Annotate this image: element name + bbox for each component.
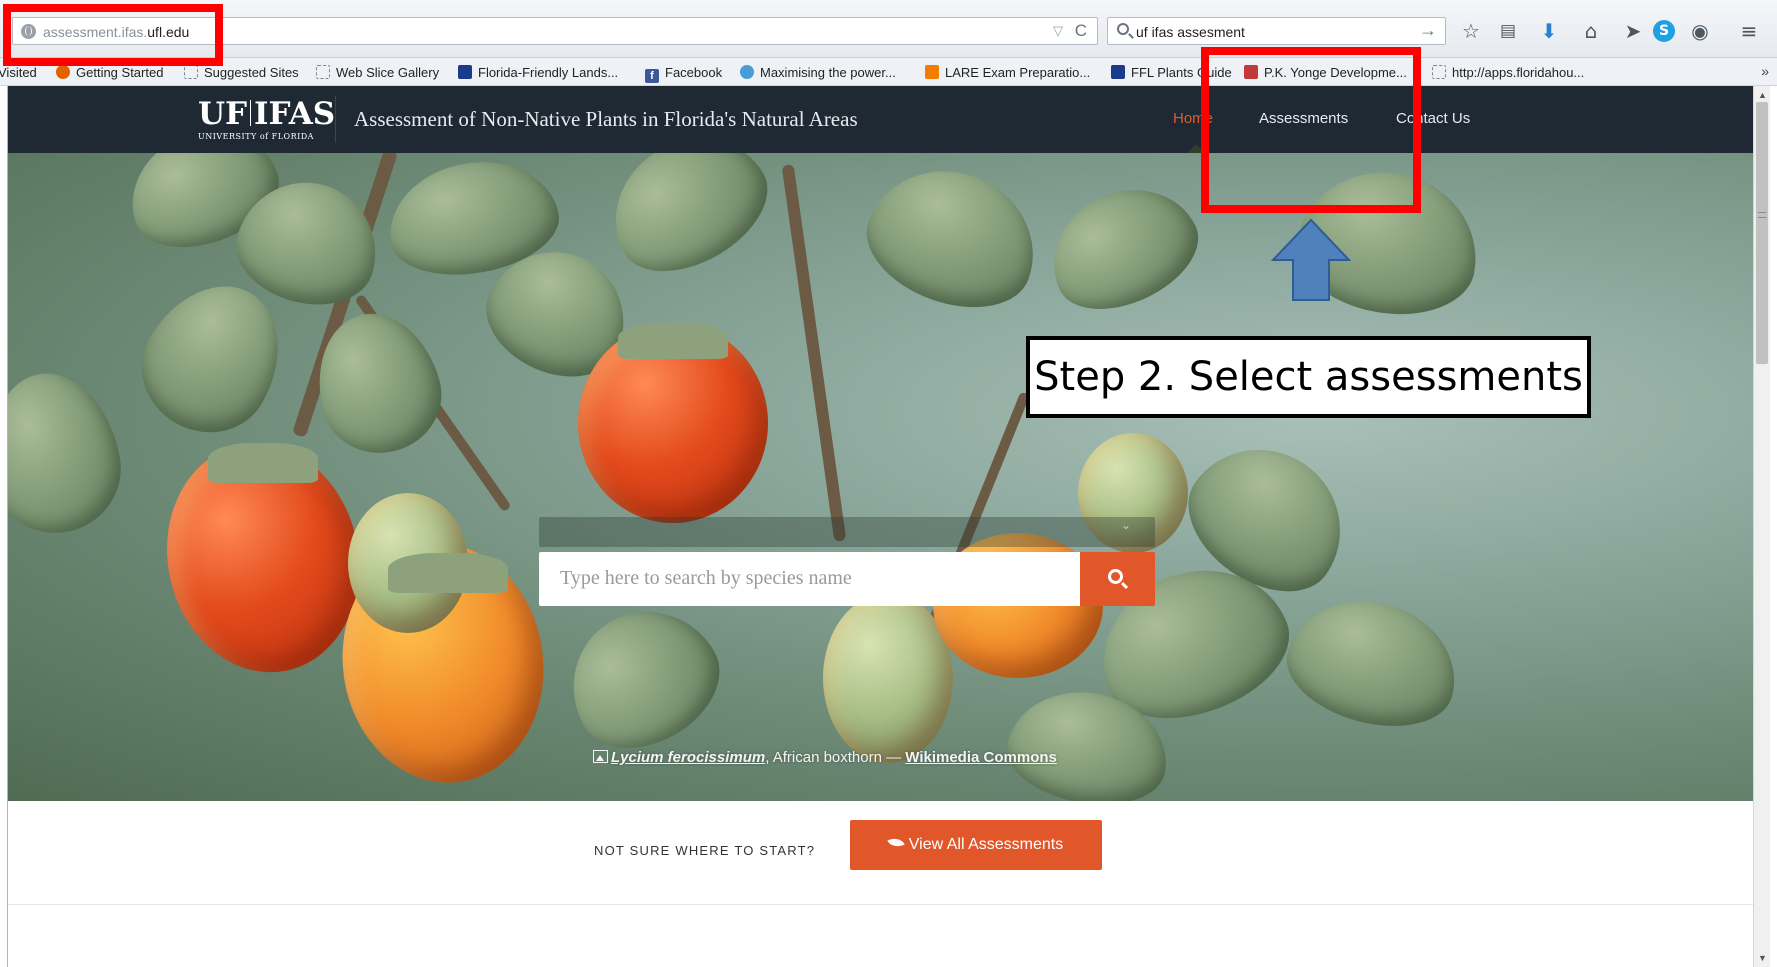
leaf [545,584,741,772]
species-link[interactable]: Lycium ferocissimum [611,749,765,766]
blogger-icon [925,65,939,79]
leaf [1275,583,1471,743]
bookmark-label: Facebook [665,65,723,80]
bookmark-label: Maximising the power... [760,65,896,80]
menu-icon[interactable]: ≡ [1735,17,1763,45]
tree-icon [740,65,754,79]
calyx [618,323,728,359]
calyx [388,553,508,593]
hero-banner: ⌄ Type here to search by species name Ly… [8,153,1753,801]
url-highlight-box [3,4,223,66]
search-go-icon[interactable]: → [1419,20,1437,41]
leaf [1031,166,1215,330]
bookmark-floridahouse[interactable]: http://apps.floridahou... [1432,65,1584,80]
browser-toolbar: assessment.ifas.ufl.edu ▽ C uf ifas asse… [0,0,1777,58]
bookmark-label: Florida-Friendly Lands... [478,65,619,80]
send-icon[interactable]: ➤ [1619,17,1647,45]
bookmark-suggested-sites[interactable]: Suggested Sites [184,65,299,80]
site-title[interactable]: Assessment of Non-Native Plants in Flori… [354,107,858,132]
logo-wordmark: UF IFAS [198,98,335,130]
scroll-down-icon[interactable]: ▼ [1758,953,1767,963]
search-bar[interactable]: uf ifas assesment → [1107,17,1446,45]
search-query[interactable]: uf ifas assesment [1136,24,1245,40]
bookmark-visited[interactable]: Visited [0,65,37,80]
skype-icon[interactable]: S [1653,20,1675,42]
search-icon [1108,569,1123,584]
calyx [208,443,318,483]
header-divider [335,96,336,143]
scroll-thumb[interactable] [1756,102,1768,364]
common-name: , African boxthorn — [765,749,906,766]
search-filter-bar [539,517,1155,547]
cta-section: NOT SURE WHERE TO START? View All Assess… [8,801,1753,905]
bookmark-label: Web Slice Gallery [336,65,440,80]
bookmark-label: Getting Started [76,65,164,80]
home-icon[interactable]: ⌂ [1577,17,1605,45]
view-all-assessments-button[interactable]: View All Assessments [850,820,1102,870]
scroll-up-icon[interactable]: ▲ [1758,90,1767,100]
bookmark-label: Suggested Sites [204,65,299,80]
facebook-icon: f [645,69,659,83]
bookmark-web-slice[interactable]: Web Slice Gallery [316,65,439,80]
ifas-icon [458,65,472,79]
logo-subtitle: UNIVERSITY of FLORIDA [198,132,314,141]
reload-icon[interactable]: C [1075,21,1087,41]
bookmark-label: http://apps.floridahou... [1452,65,1585,80]
leaf [8,362,131,544]
download-icon[interactable]: ⬇ [1535,17,1563,45]
bookmark-label: LARE Exam Preparatio... [945,65,1091,80]
step-callout: Step 2. Select assessments [1026,336,1591,418]
leaf [850,153,1056,329]
history-dropdown-icon[interactable]: ▽ [1053,23,1063,39]
search-icon [1117,23,1129,35]
search-placeholder: Type here to search by species name [560,567,852,589]
page-icon [1432,65,1446,79]
cta-prompt: NOT SURE WHERE TO START? [594,843,816,858]
star-icon[interactable]: ☆ [1457,17,1485,45]
leaf-icon [887,834,905,851]
chevron-down-icon[interactable]: ⌄ [1121,518,1131,532]
cta-button-label: View All Assessments [908,836,1064,853]
page-scrollbar[interactable]: ▲ ▼ [1753,86,1770,967]
up-arrow-icon [1271,218,1351,301]
leaf [301,299,455,467]
species-search-button[interactable] [1080,552,1155,606]
bookmark-florida-friendly[interactable]: Florida-Friendly Lands... [458,65,618,80]
reading-list-icon[interactable]: ▤ [1494,17,1522,45]
sync-icon[interactable]: ◉ [1686,17,1714,45]
photo-credit: Lycium ferocissimum, African boxthorn — … [593,749,1057,766]
leaf [588,153,788,295]
ifas-icon [1111,65,1125,79]
logo-ifas: IFAS [254,96,336,132]
screenshot-root: assessment.ifas.ufl.edu ▽ C uf ifas asse… [0,0,1777,967]
uf-ifas-logo[interactable]: UF IFAS UNIVERSITY of FLORIDA [198,98,335,141]
bookmarks-overflow-icon[interactable]: » [1761,63,1769,79]
stem [781,164,847,542]
page-icon [316,65,330,79]
page-viewport: UF IFAS UNIVERSITY of FLORIDA Assessment … [7,86,1753,967]
species-search-input[interactable]: Type here to search by species name [539,552,1080,606]
bookmarks-bar: Visited Getting Started Suggested Sites … [0,58,1777,86]
page-icon [184,65,198,79]
assessments-highlight-box [1201,47,1421,213]
image-icon [593,750,608,763]
wikimedia-link[interactable]: Wikimedia Commons [905,749,1057,766]
site-header: UF IFAS UNIVERSITY of FLORIDA Assessment … [8,86,1753,153]
logo-uf: UF [198,96,248,132]
bookmark-facebook[interactable]: f Facebook [645,65,722,83]
firefox-icon [56,65,70,79]
bookmark-maximising[interactable]: Maximising the power... [740,65,896,80]
bookmark-lare-exam[interactable]: LARE Exam Preparatio... [925,65,1090,80]
bookmark-getting-started[interactable]: Getting Started [56,65,163,80]
